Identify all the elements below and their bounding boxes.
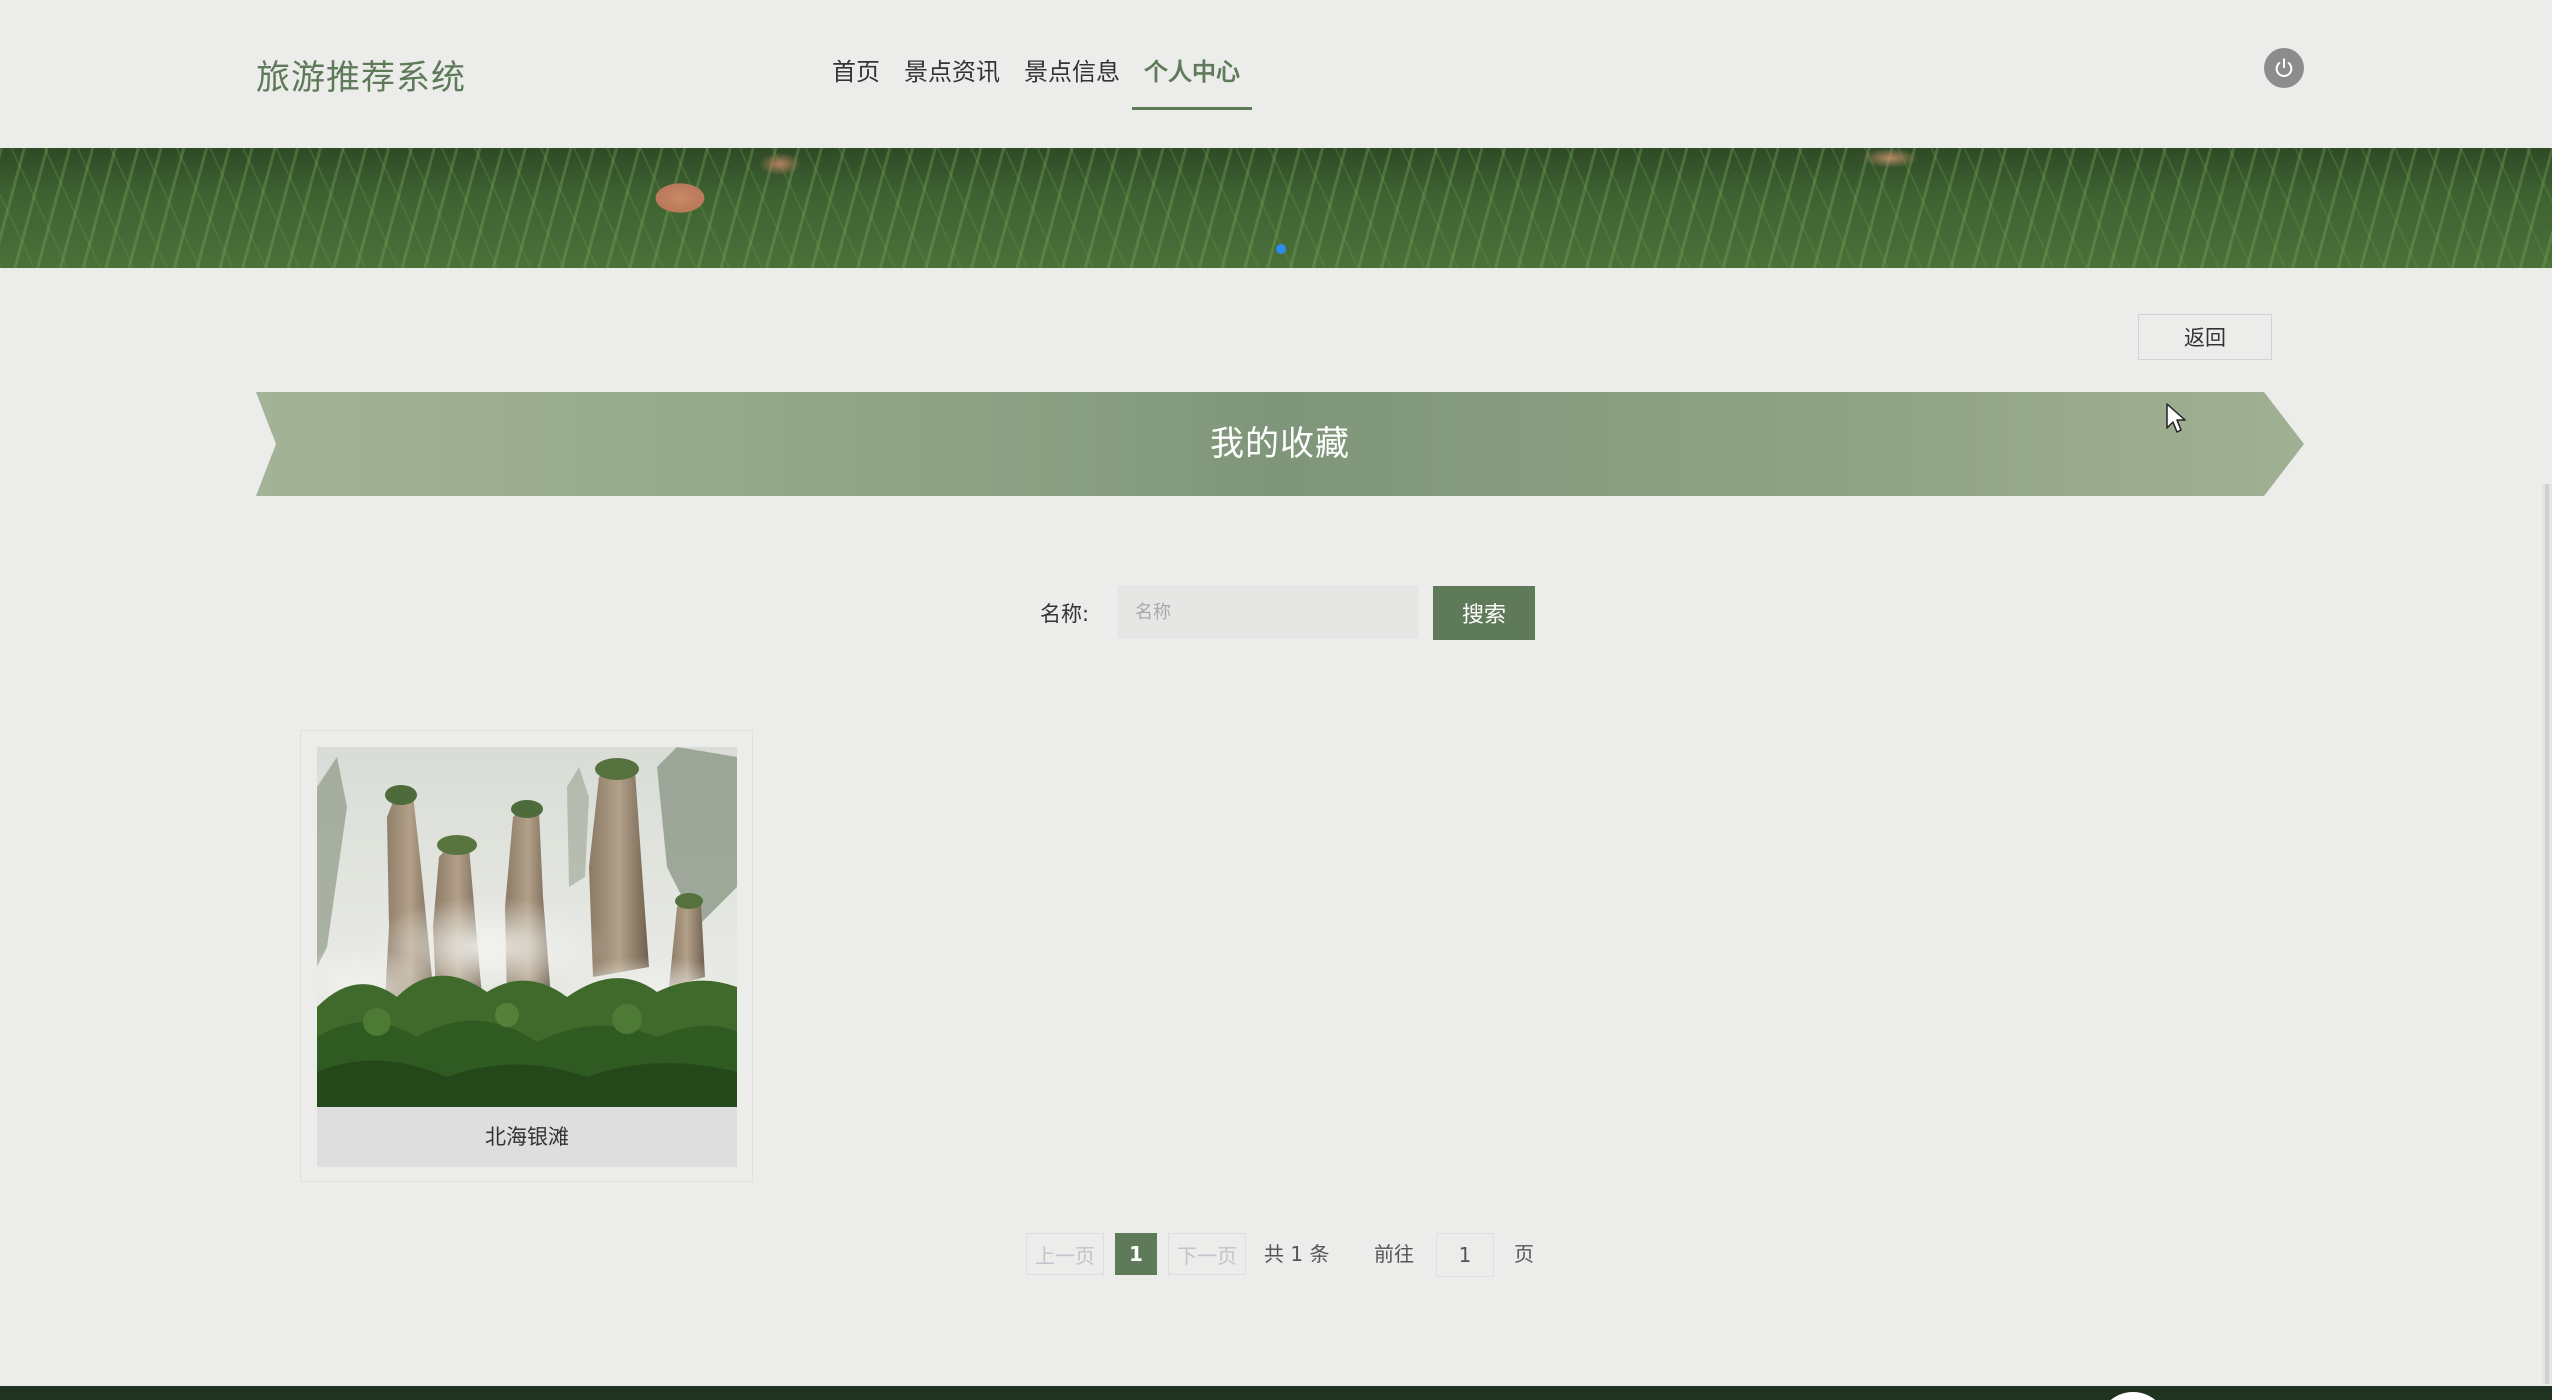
prev-page-button[interactable]: 上一页: [1026, 1233, 1104, 1275]
nav-item-home[interactable]: 首页: [820, 52, 892, 108]
section-title-ribbon: 我的收藏: [256, 392, 2304, 496]
page-suffix: 页: [1514, 1242, 1534, 1266]
nav-item-news[interactable]: 景点资讯: [892, 52, 1012, 108]
attraction-name[interactable]: 北海银滩: [317, 1107, 737, 1167]
mouse-cursor-icon: [2166, 403, 2186, 433]
scrollbar-thumb[interactable]: [2545, 484, 2549, 1384]
favorite-card[interactable]: 北海银滩: [300, 730, 753, 1182]
main-nav: 首页 景点资讯 景点信息 个人中心: [820, 52, 1252, 110]
attraction-image[interactable]: [317, 747, 737, 1107]
section-title: 我的收藏: [1210, 424, 1350, 464]
banner-indicator-dot[interactable]: [1276, 244, 1286, 254]
attraction-photo: [317, 747, 737, 1107]
power-icon: [2275, 58, 2293, 77]
back-button[interactable]: 返回: [2138, 314, 2272, 360]
goto-page-input[interactable]: [1436, 1233, 1494, 1277]
goto-label: 前往: [1374, 1242, 1414, 1266]
total-count: 共 1 条: [1264, 1242, 1330, 1266]
nav-item-personal-center[interactable]: 个人中心: [1132, 52, 1252, 110]
search-label: 名称:: [1040, 602, 1090, 626]
page-number-1[interactable]: 1: [1115, 1233, 1157, 1275]
footer: [0, 1386, 2552, 1400]
search-button[interactable]: 搜索: [1433, 586, 1535, 640]
next-page-button[interactable]: 下一页: [1168, 1233, 1246, 1275]
top-header: 旅游推荐系统 首页 景点资讯 景点信息 个人中心: [0, 0, 2552, 148]
site-brand[interactable]: 旅游推荐系统: [256, 50, 466, 99]
name-search-input[interactable]: [1118, 586, 1418, 638]
logout-button[interactable]: [2264, 48, 2304, 88]
page: 旅游推荐系统 首页 景点资讯 景点信息 个人中心 返回 我的收藏 名称: 名称 …: [0, 0, 2552, 1400]
nav-item-attractions[interactable]: 景点信息: [1012, 52, 1132, 108]
